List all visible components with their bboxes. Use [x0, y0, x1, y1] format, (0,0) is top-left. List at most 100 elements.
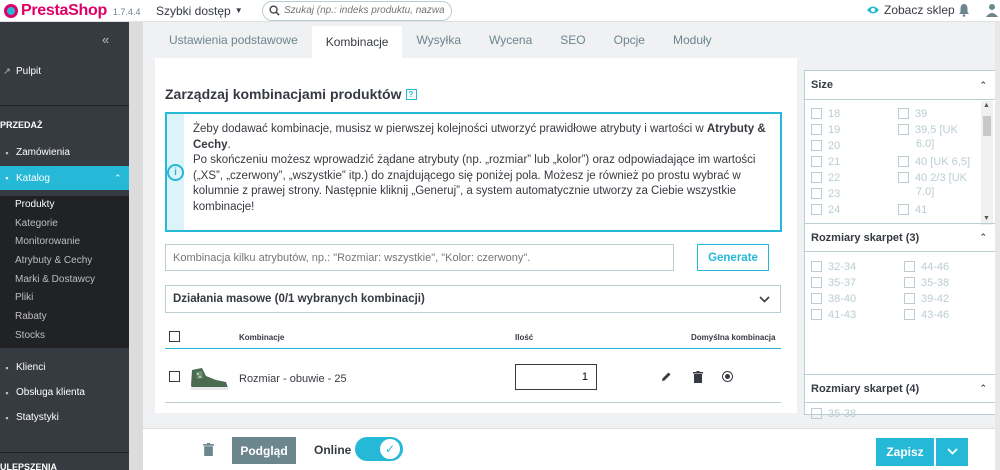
alert-text: Żeby dodawać kombinacje, musisz w pierws… [193, 123, 766, 213]
attribute-option-wrap: 6.0] [916, 138, 935, 150]
trend-up-icon: ↗ [3, 66, 11, 76]
page-scrollbar[interactable] [995, 22, 1000, 470]
view-store-link[interactable]: Zobacz sklep [866, 3, 955, 17]
attribute-option[interactable]: 23 [811, 187, 840, 201]
delete-product-icon[interactable] [203, 443, 214, 456]
submenu-item-products[interactable]: Produkty [0, 196, 129, 215]
save-button[interactable]: Zapisz [876, 438, 934, 466]
tab-pricing[interactable]: Wycena [475, 26, 546, 58]
attributes-panel: Size ⌃ 18 19 20 21 22 23 24 39 39,5 [UK … [804, 70, 996, 420]
logo[interactable]: PrestaShop 1.7.4.4 [0, 2, 150, 20]
row-quantity-input[interactable] [515, 364, 597, 390]
sidebar-item-dashboard[interactable]: ↗ Pulpit [0, 66, 129, 77]
combination-input[interactable] [165, 244, 674, 271]
select-all-checkbox[interactable] [169, 331, 180, 342]
submenu-item-stocks[interactable]: Stocks [0, 327, 129, 346]
notifications-button[interactable] [958, 3, 970, 20]
search-input[interactable] [284, 5, 444, 16]
tab-combinations[interactable]: Kombinacje [311, 26, 403, 58]
tab-basic-settings[interactable]: Ustawienia podstawowe [155, 26, 312, 58]
attribute-group-header-size[interactable]: Size ⌃ [805, 71, 995, 100]
size-scrollbar[interactable]: ▲ ▼ [981, 101, 993, 225]
submenu-item-files[interactable]: Pliki [0, 289, 129, 308]
divider [0, 105, 129, 106]
attribute-option[interactable]: 43-46 [904, 308, 949, 322]
search-box[interactable] [262, 0, 452, 21]
top-header: PrestaShop 1.7.4.4 Szybki dostęp ▼ Zobac… [0, 0, 1000, 22]
attribute-option[interactable]: 35-38 [904, 276, 949, 290]
scroll-down-icon[interactable]: ▼ [983, 215, 990, 222]
combinations-card: Zarządzaj kombinacjami produktów ? i Żeb… [155, 58, 797, 413]
row-checkbox[interactable] [169, 371, 180, 382]
bulk-actions-toggle[interactable]: Działania masowe (0/1 wybranych kombinac… [165, 285, 781, 313]
row-combination-name[interactable]: Rozmiar - obuwie - 25 [239, 373, 347, 385]
col-header-default: Domyślna kombinacja [691, 333, 776, 342]
divider [0, 452, 129, 453]
attribute-group-header-socks-4[interactable]: Rozmiary skarpet (4) ⌃ [805, 374, 995, 403]
chart-icon: ▪ [5, 412, 9, 423]
tab-shipping[interactable]: Wysyłka [402, 26, 475, 58]
sidebar-item-stats[interactable]: ▪ Statystyki [0, 412, 129, 423]
catalog-submenu: Produkty Kategorie Monitorowanie Atrybut… [0, 196, 129, 348]
product-footer: Podgląd Online ✓ Zapisz [143, 428, 1000, 470]
online-label: Online [314, 443, 352, 457]
quick-access-dropdown[interactable]: Szybki dostęp ▼ [156, 4, 262, 18]
attribute-option[interactable]: 21 [811, 155, 840, 169]
attribute-option[interactable]: 41 [898, 203, 927, 217]
attribute-option[interactable]: 41-43 [811, 308, 856, 322]
collapse-sidebar-button[interactable]: « [102, 32, 109, 47]
sidebar-scrollbar[interactable] [129, 22, 143, 470]
attribute-option[interactable]: 40 2/3 [UK [898, 171, 967, 185]
attribute-option[interactable]: 35-37 [811, 276, 856, 290]
sidebar-item-customers[interactable]: ▪ Klienci [0, 362, 129, 373]
attribute-option[interactable]: 39-42 [904, 292, 949, 306]
submenu-item-brands[interactable]: Marki & Dostawcy [0, 271, 129, 290]
default-combination-radio[interactable] [722, 371, 733, 382]
chevron-up-icon: ⌃ [979, 383, 987, 393]
sidebar-item-orders[interactable]: ▪ Zamówienia [0, 147, 129, 158]
attribute-option[interactable]: 38-40 [811, 292, 856, 306]
person-icon: ▪ [5, 362, 9, 373]
save-options-dropdown[interactable] [936, 438, 968, 466]
section-improve: ULEPSZENIA [0, 462, 58, 470]
attribute-option-wrap: 7.0] [916, 186, 935, 198]
page-title: Zarządzaj kombinacjami produktów ? [165, 86, 417, 102]
sidebar-item-catalog[interactable]: ▪ Katalog ⌃ [0, 166, 129, 190]
generate-button[interactable]: Generate [697, 244, 769, 271]
table-header-divider [165, 348, 781, 349]
help-icon[interactable]: ? [405, 88, 417, 100]
trash-icon[interactable] [693, 371, 703, 383]
scroll-thumb[interactable] [983, 116, 991, 136]
attribute-option[interactable]: 24 [811, 203, 840, 217]
attribute-option[interactable]: 40 [UK 6,5] [898, 155, 970, 169]
preview-button[interactable]: Podgląd [232, 437, 296, 464]
employee-menu[interactable] [986, 3, 998, 20]
tab-modules[interactable]: Moduły [659, 26, 726, 58]
attribute-option[interactable]: 32-34 [811, 260, 856, 274]
submenu-item-discounts[interactable]: Rabaty [0, 308, 129, 327]
tab-seo[interactable]: SEO [546, 26, 599, 58]
view-store-label: Zobacz sklep [884, 3, 955, 17]
quick-access-label: Szybki dostęp [156, 3, 231, 18]
attribute-option[interactable]: 39 [898, 107, 927, 121]
attribute-option[interactable]: 19 [811, 123, 840, 137]
attribute-option[interactable]: 35-38 [811, 407, 856, 421]
bulk-actions-label: Działania masowe (0/1 wybranych kombinac… [173, 293, 425, 305]
attribute-option[interactable]: 44-46 [904, 260, 949, 274]
attribute-option[interactable]: 20 [811, 139, 840, 153]
attribute-option[interactable]: 39,5 [UK [898, 123, 958, 137]
submenu-item-attributes[interactable]: Atrybuty & Cechy [0, 252, 129, 271]
edit-icon[interactable] [660, 371, 672, 383]
col-header-combination: Kombinacje [239, 333, 285, 342]
attribute-group-header-socks-3[interactable]: Rozmiary skarpet (3) ⌃ [805, 223, 995, 252]
check-icon: ✓ [379, 438, 401, 460]
scroll-up-icon[interactable]: ▲ [983, 102, 990, 109]
tab-options[interactable]: Opcje [600, 26, 659, 58]
submenu-item-monitoring[interactable]: Monitorowanie [0, 233, 129, 252]
submenu-item-categories[interactable]: Kategorie [0, 215, 129, 234]
online-toggle[interactable]: ✓ [355, 437, 403, 461]
attribute-option[interactable]: 18 [811, 107, 840, 121]
attribute-option[interactable]: 22 [811, 171, 840, 185]
search-icon [269, 5, 280, 16]
sidebar-item-customer-service[interactable]: ▪ Obsługa klienta [0, 387, 129, 398]
